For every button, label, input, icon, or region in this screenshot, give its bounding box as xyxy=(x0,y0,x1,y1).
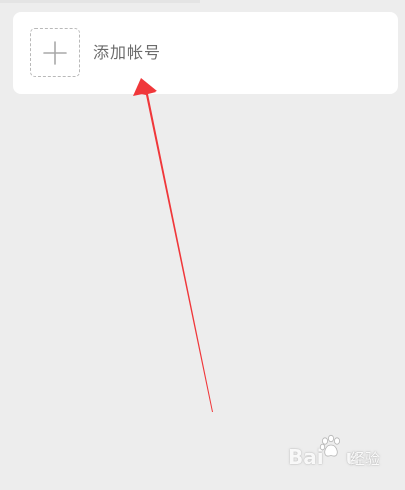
add-account-label[interactable]: 添加帐号 xyxy=(93,43,161,63)
watermark-cn-text: 经验 xyxy=(350,450,381,468)
paw-logo-icon xyxy=(319,434,340,457)
top-divider xyxy=(0,0,200,3)
plus-icon xyxy=(43,41,67,65)
add-account-button[interactable] xyxy=(30,28,80,77)
add-account-card[interactable]: 添加帐号 xyxy=(13,12,398,94)
baidu-jingyan-watermark: Bai u 经验 xyxy=(288,434,398,474)
